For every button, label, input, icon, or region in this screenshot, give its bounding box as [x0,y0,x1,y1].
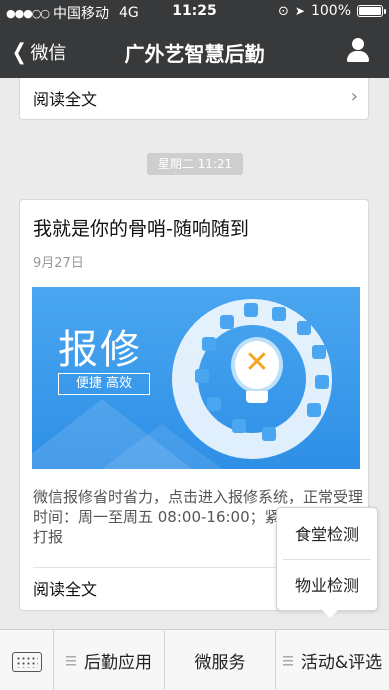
bottom-menu-bar: 后勤应用 微服务 活动&评选 [0,629,389,690]
prev-article-card[interactable]: 阅读全文 › [19,78,369,120]
menu-item-label: 后勤应用 [84,653,152,673]
page-title: 广外艺智慧后勤 [124,42,265,66]
article-date: 9月27日 [33,256,84,271]
submenu-item-property-inspection[interactable]: 物业检测 [277,561,377,611]
plug-icon [207,397,221,411]
location-icon: ➤ [294,4,305,18]
menu-item-activities[interactable]: 活动&评选 [276,630,389,690]
hanger-icon [307,403,321,417]
shower-icon [315,375,329,389]
ac-icon [195,369,209,383]
read-full-link[interactable]: 阅读全文 [33,576,97,600]
paint-icon [297,321,311,335]
banner-subtitle: 便捷 高效 [58,373,150,395]
user-profile-icon[interactable] [345,38,371,64]
battery-fill [359,7,381,15]
faucet-icon [244,303,258,317]
menu-item-label: 微服务 [194,653,246,673]
brush-icon [312,345,326,359]
menu-item-label: 活动&评选 [300,653,383,673]
submenu-popup: 食堂检测 物业检测 [276,507,378,618]
submenu-indicator-icon [282,655,293,666]
read-full-link[interactable]: 阅读全文 [33,86,97,110]
keyboard-icon [12,652,42,672]
submenu-divider [283,559,371,560]
menu-item-logistics-apps[interactable]: 后勤应用 [54,630,165,690]
submenu-arrow [322,610,338,618]
battery-icon [357,5,386,17]
battery-percent: 100% [310,3,351,19]
door-icon [272,307,286,321]
socket-icon [220,315,234,329]
status-bar: ●●●○○ 中国移动 4G 11:25 ⊙ ➤ 100% [0,0,389,24]
banner-title: 报修 [58,327,142,373]
submenu-item-canteen-inspection[interactable]: 食堂检测 [277,510,377,560]
message-timestamp: 星期二 11:21 [147,153,243,175]
orientation-lock-icon: ⊙ [278,3,289,19]
wrench-screwdriver-icon: ✕ [244,345,270,380]
user-icon-head [352,38,364,50]
user-icon-body [347,51,369,62]
keyboard-toggle-button[interactable] [0,630,54,690]
lamp-icon [202,337,216,351]
lightbulb-base [246,391,268,403]
status-right: ⊙ ➤ 100% [278,3,386,19]
article-title[interactable]: 我就是你的骨哨-随响随到 [33,214,249,241]
phone-icon [232,419,246,433]
monitor-icon [262,427,276,441]
article-cover-image[interactable]: 报修 便捷 高效 ✕ [32,287,360,469]
submenu-indicator-icon [66,655,76,666]
chevron-right-icon: › [350,86,358,107]
menu-item-micro-services[interactable]: 微服务 [165,630,276,690]
nav-bar: ❮ 微信 广外艺智慧后勤 [0,24,389,78]
